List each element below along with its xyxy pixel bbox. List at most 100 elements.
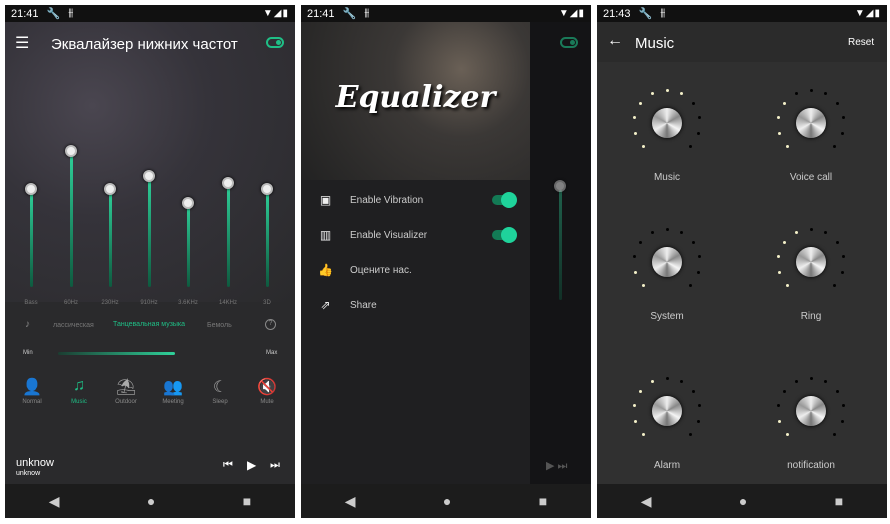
- volume-knob[interactable]: [627, 371, 707, 451]
- back-icon[interactable]: ◀: [49, 493, 60, 510]
- level-dot: [632, 116, 636, 120]
- level-dot: [698, 255, 702, 259]
- level-dot: [665, 376, 669, 380]
- mode-normal[interactable]: 👤 Normal: [12, 377, 52, 405]
- knob-label: Voice call: [789, 172, 833, 183]
- band-thumb[interactable]: [25, 182, 37, 195]
- mode-mute[interactable]: 🔇 Mute: [247, 377, 287, 405]
- mode-music[interactable]: ♫ Music: [59, 377, 99, 405]
- recents-icon[interactable]: ■: [539, 493, 547, 509]
- level-dot: [794, 380, 798, 384]
- knob-cap[interactable]: [652, 396, 682, 426]
- share-icon: ⇗: [320, 298, 331, 312]
- track-title: unknow: [16, 457, 54, 469]
- status-bar: 21:41 🔧 ⫵ ▼◢▮: [301, 5, 591, 22]
- knob-cap[interactable]: [796, 396, 826, 426]
- level-dot: [836, 102, 840, 106]
- status-bar: 21:43 🔧 ⫵ ▼◢▮: [597, 5, 887, 22]
- page-title: Эквалайзер нижних частот: [51, 36, 238, 53]
- level-dot: [832, 432, 836, 436]
- wrench-icon: 🔧: [638, 8, 653, 20]
- knob-label: System: [650, 311, 684, 322]
- toggle-switch[interactable]: [492, 192, 517, 208]
- volume-slider[interactable]: [58, 352, 175, 355]
- equalizer-toggle[interactable]: [266, 37, 284, 48]
- level-dot: [840, 419, 844, 423]
- battery-icon: ▼◢▮: [262, 8, 289, 19]
- level-dot: [836, 390, 840, 394]
- play-button[interactable]: ▶: [247, 458, 256, 472]
- level-dot: [782, 241, 786, 245]
- knob-label: notification: [787, 460, 835, 471]
- preset-prev[interactable]: лассическая: [53, 322, 94, 329]
- mode-outdoor[interactable]: ⛱ Outdoor: [106, 377, 146, 405]
- level-dot: [824, 380, 828, 384]
- volume-knob[interactable]: [771, 222, 851, 302]
- preset-next[interactable]: Бемоль: [207, 322, 232, 329]
- drawer-item[interactable]: ▣ Enable Vibration: [301, 185, 530, 215]
- band-thumb[interactable]: [261, 182, 273, 195]
- recents-icon[interactable]: ■: [835, 493, 843, 509]
- volume-min-label: Min: [23, 350, 33, 356]
- back-icon[interactable]: ◀: [345, 493, 356, 510]
- back-arrow-icon[interactable]: ←: [607, 32, 623, 50]
- back-icon[interactable]: ◀: [641, 493, 652, 510]
- home-icon[interactable]: ●: [739, 493, 747, 509]
- level-dot: [836, 241, 840, 245]
- knob-label: Ring: [800, 311, 822, 322]
- status-time: 21:41: [11, 7, 39, 20]
- level-dot: [680, 380, 684, 384]
- knob-label: Alarm: [653, 460, 681, 471]
- help-icon[interactable]: ?: [265, 319, 276, 330]
- toggle-switch[interactable]: [492, 227, 517, 243]
- equalizer-icon: ⫵: [364, 7, 370, 19]
- volume-knob[interactable]: [771, 371, 851, 451]
- level-dot: [638, 241, 642, 245]
- level-dot: [634, 419, 638, 423]
- previous-track-button[interactable]: ⏮: [223, 459, 233, 472]
- level-dot: [692, 102, 696, 106]
- recents-icon[interactable]: ■: [243, 493, 251, 509]
- home-icon[interactable]: ●: [443, 493, 451, 509]
- level-dot: [688, 283, 692, 287]
- drawer-item[interactable]: 👍 Оцените нас.: [301, 255, 530, 285]
- level-dot: [665, 227, 669, 231]
- mode-meeting[interactable]: 👥 Meeting: [153, 377, 193, 405]
- mode-sleep[interactable]: ☾ Sleep: [200, 377, 240, 405]
- volume-knob[interactable]: [627, 83, 707, 163]
- next-track-button[interactable]: ⏭: [270, 459, 280, 472]
- home-icon[interactable]: ●: [147, 493, 155, 509]
- band-track: [70, 150, 73, 287]
- level-dot: [696, 419, 700, 423]
- volume-knob[interactable]: [627, 222, 707, 302]
- thumbs-up-icon: 👍: [318, 263, 333, 277]
- band-thumb[interactable]: [104, 182, 116, 195]
- band-track: [227, 183, 230, 287]
- level-dot: [840, 270, 844, 274]
- drawer-item-label: Оцените нас.: [350, 264, 412, 276]
- knob-cap[interactable]: [796, 108, 826, 138]
- status-time: 21:41: [307, 7, 335, 20]
- level-dot: [809, 88, 813, 92]
- knob-cap[interactable]: [796, 247, 826, 277]
- knob-cap[interactable]: [652, 108, 682, 138]
- drawer-item[interactable]: ⇗ Share: [301, 290, 530, 320]
- band-thumb[interactable]: [143, 169, 155, 182]
- preset-current[interactable]: Танцевальная музыка: [113, 321, 185, 328]
- level-dot: [642, 432, 646, 436]
- knob-cap[interactable]: [652, 247, 682, 277]
- level-dot: [832, 144, 836, 148]
- level-dot: [782, 390, 786, 394]
- level-dot: [642, 283, 646, 287]
- volume-knob[interactable]: [771, 83, 851, 163]
- level-dot: [632, 404, 636, 408]
- drawer-item[interactable]: ▥ Enable Visualizer: [301, 220, 530, 250]
- track-artist: unknow: [16, 470, 41, 477]
- menu-icon[interactable]: ☰: [15, 33, 29, 53]
- music-note-icon[interactable]: ♪: [25, 319, 30, 330]
- band-track: [148, 175, 151, 287]
- reset-button[interactable]: Reset: [848, 37, 874, 48]
- drawer-scrim[interactable]: ▶ ⏭: [530, 22, 591, 484]
- wrench-icon: 🔧: [342, 8, 357, 20]
- band-thumb[interactable]: [65, 144, 77, 157]
